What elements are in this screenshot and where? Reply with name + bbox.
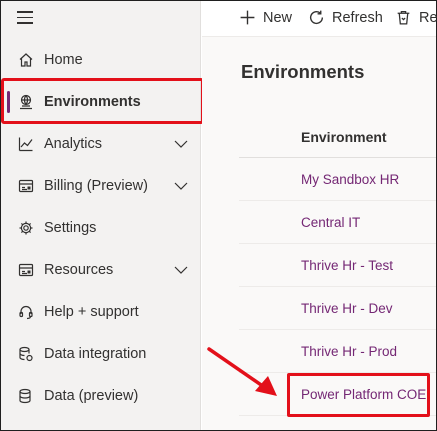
sidebar-item-data-preview[interactable]: Data (preview) [1, 375, 201, 417]
resources-icon [18, 262, 34, 278]
billing-icon [18, 178, 34, 194]
chevron-down-icon[interactable] [173, 265, 189, 275]
hamburger-menu-icon[interactable] [17, 11, 35, 27]
table-row[interactable]: My Sandbox HR [239, 158, 436, 201]
gear-icon [18, 220, 34, 236]
sidebar-item-label: Billing (Preview) [44, 178, 148, 194]
sidebar-item-data-integration[interactable]: Data integration [1, 333, 201, 375]
sidebar-item-help-support[interactable]: Help + support [1, 291, 201, 333]
headset-icon [18, 304, 34, 320]
chevron-down-icon[interactable] [173, 139, 189, 149]
sidebar-item-settings[interactable]: Settings [1, 207, 201, 249]
new-button-label: New [263, 9, 293, 26]
sidebar-item-label: Settings [44, 220, 97, 236]
table-row[interactable]: Thrive Hr - Test [239, 244, 436, 287]
refresh-button[interactable]: Refresh [308, 9, 383, 26]
annotation-highlight-environments [1, 78, 204, 124]
table-row[interactable]: Central IT [239, 201, 436, 244]
sidebar-item-label: Help + support [44, 304, 139, 320]
sidebar: Home Environments Analytics Billing (Pre… [1, 1, 201, 430]
sidebar-item-label: Home [44, 52, 83, 68]
data-integration-icon [18, 346, 34, 362]
annotation-highlight-power-platform-coe [287, 373, 430, 417]
column-header-environment[interactable]: Environment [239, 116, 436, 158]
annotation-arrow-icon [207, 347, 277, 396]
refresh-icon [310, 10, 324, 25]
recycle-bin-button[interactable]: Re [395, 9, 437, 26]
data-icon [18, 388, 34, 404]
chevron-down-icon[interactable] [173, 181, 189, 191]
home-icon [18, 52, 34, 68]
new-button[interactable]: New [239, 9, 292, 26]
sidebar-item-label: Analytics [44, 136, 103, 152]
refresh-button-label: Refresh [332, 9, 383, 26]
analytics-icon [18, 136, 34, 152]
recycle-bin-button-label: Re [419, 9, 437, 26]
sidebar-item-label: Data (preview) [44, 388, 139, 404]
sidebar-item-billing[interactable]: Billing (Preview) [1, 165, 201, 207]
table-row[interactable]: Thrive Hr - Dev [239, 287, 436, 330]
page-title: Environments [241, 61, 365, 82]
sidebar-item-analytics[interactable]: Analytics [1, 123, 201, 165]
sidebar-item-home[interactable]: Home [1, 39, 201, 81]
sidebar-item-resources[interactable]: Resources [1, 249, 201, 291]
plus-icon [240, 10, 255, 25]
command-bar: New Refresh Re [202, 1, 437, 37]
sidebar-item-label: Data integration [44, 346, 147, 362]
recycle-bin-icon [397, 11, 410, 25]
sidebar-item-label: Resources [44, 262, 114, 278]
